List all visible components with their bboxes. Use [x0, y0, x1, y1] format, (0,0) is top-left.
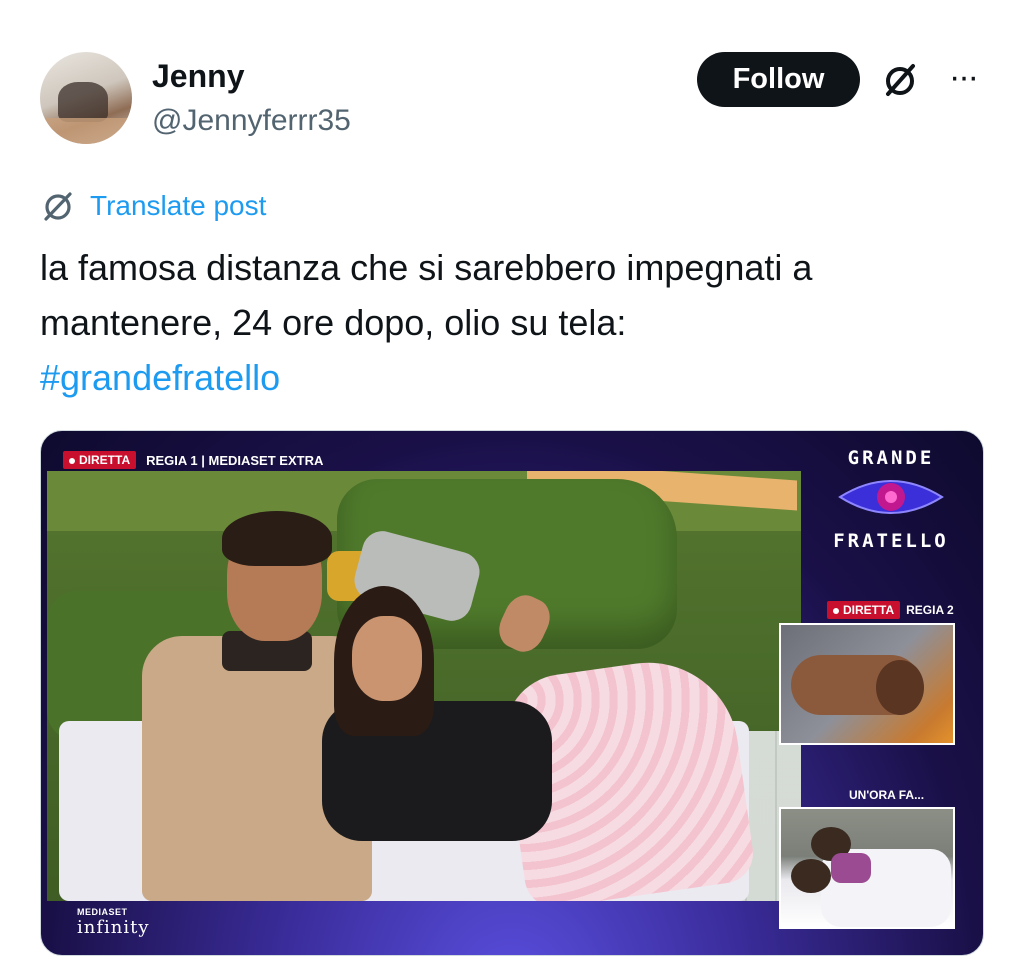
- raised-hand: [492, 589, 557, 658]
- logo-text-top: GRANDE: [847, 447, 935, 469]
- main-feed-label: DIRETTA REGIA 1 | MEDIASET EXTRA: [63, 449, 323, 471]
- side-live-badge: DIRETTA: [827, 601, 901, 619]
- regia-side-label: REGIA 2: [906, 603, 954, 617]
- hashtag-link[interactable]: #grandefratello: [40, 350, 980, 405]
- avatar-figure: [58, 82, 108, 122]
- regia-main-label: REGIA 1 | MEDIASET EXTRA: [146, 452, 324, 468]
- eye-logo-icon: [838, 480, 944, 514]
- avatar-floor: [40, 118, 132, 144]
- author-handle[interactable]: @Jennyferrr35: [152, 104, 351, 138]
- translate-label: Translate post: [90, 190, 267, 221]
- brand-large: infinity: [77, 917, 150, 938]
- grande-fratello-logo: GRANDE FRATELLO: [821, 447, 961, 557]
- main-video-frame: [47, 471, 801, 901]
- woman-figure: [322, 586, 757, 901]
- sleeping-man-head: [876, 660, 924, 715]
- hour-ago-thumbnail: [779, 807, 955, 929]
- author-name[interactable]: Jenny: [152, 58, 244, 95]
- more-options-icon[interactable]: ···: [942, 56, 984, 98]
- woman-face: [352, 616, 422, 701]
- mediaset-infinity-logo: MEDIASET infinity: [77, 907, 150, 938]
- post-text: la famosa distanza che si sarebbero impe…: [40, 240, 980, 405]
- post-media-image[interactable]: DIRETTA REGIA 1 | MEDIASET EXTRA GRANDE: [40, 430, 984, 956]
- post-body: la famosa distanza che si sarebbero impe…: [40, 247, 813, 343]
- regia-2-thumbnail: [779, 623, 955, 745]
- grok-icon: [44, 192, 72, 221]
- brand-small: MEDIASET: [77, 907, 128, 917]
- translate-post-link[interactable]: Translate post: [40, 186, 266, 226]
- live-badge: DIRETTA: [63, 451, 137, 469]
- avatar[interactable]: [40, 52, 132, 144]
- logo-text-bottom: FRATELLO: [833, 530, 949, 552]
- hour-ago-label: UN'ORA FA...: [849, 788, 925, 802]
- person-head-2: [791, 859, 831, 893]
- grok-icon[interactable]: [880, 60, 920, 100]
- side-feed-label: DIRETTA REGIA 2: [827, 601, 954, 619]
- follow-button[interactable]: Follow: [697, 52, 860, 107]
- man-hair: [222, 511, 332, 566]
- purple-shirt: [831, 853, 871, 883]
